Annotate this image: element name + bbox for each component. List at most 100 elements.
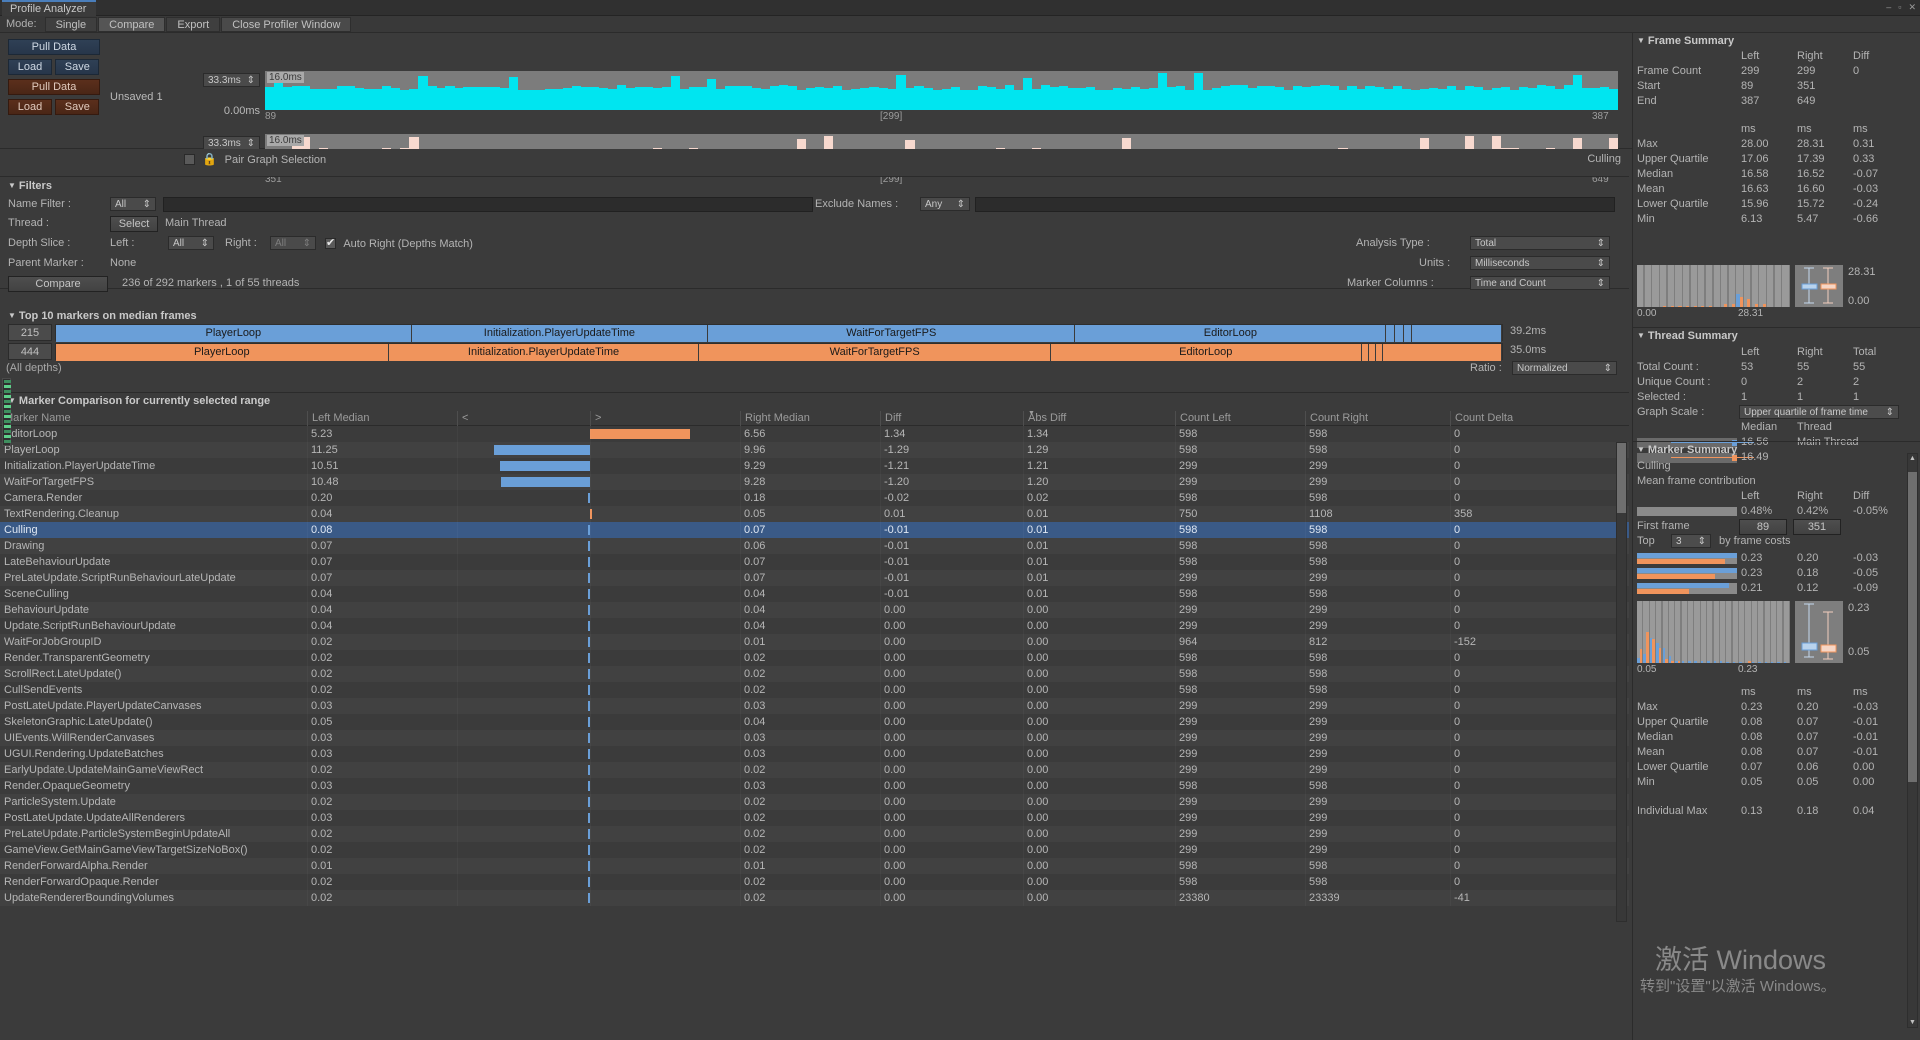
top10-bar[interactable]	[1403, 325, 1413, 342]
table-row[interactable]: TextRendering.Cleanup 0.04 0.05 0.01 0.01 750…	[0, 506, 1629, 522]
depth-left-dropdown[interactable]: All ⇕	[168, 236, 214, 250]
top10-bar[interactable]	[1394, 325, 1404, 342]
top10-bar[interactable]	[1368, 344, 1377, 361]
mode-button-single[interactable]: Single	[44, 16, 98, 32]
table-row[interactable]: Initialization.PlayerUpdateTime 10.51 9.29…	[0, 458, 1629, 474]
top10-bar[interactable]: WaitForTargetFPS	[708, 325, 1076, 342]
table-row[interactable]: Camera.Render 0.20 0.18 -0.02 0.02 598 598 0	[0, 490, 1629, 506]
pair-graph-selection-checkbox[interactable]: 🔒 Pair Graph Selection	[184, 152, 326, 166]
table-row[interactable]: UpdateRendererBoundingVolumes 0.02 0.02 0.0…	[0, 890, 1629, 906]
right-panel-scroll-thumb[interactable]	[1908, 472, 1917, 782]
top10-bar[interactable]: EditorLoop	[1050, 344, 1362, 361]
frame-summary-header[interactable]: ▼ Frame Summary	[1633, 33, 1920, 49]
marker-columns-dropdown[interactable]: Time and Count ⇕	[1470, 276, 1610, 290]
right-panel-scrollbar[interactable]: ▲ ▼	[1907, 453, 1918, 1028]
right-scale-dropdown[interactable]: 33.3ms ⇕	[203, 136, 260, 150]
ratio-dropdown[interactable]: Normalized ⇕	[1512, 361, 1617, 375]
scroll-up-arrow-icon[interactable]: ▲	[1909, 455, 1916, 462]
close-icon[interactable]: ✕	[1908, 2, 1916, 13]
top10-header[interactable]: ▼ Top 10 markers on median frames	[0, 308, 1629, 324]
thread-select-button[interactable]: Select	[110, 216, 158, 232]
col-right-median[interactable]: Right Median	[740, 411, 880, 426]
top-count-dropdown[interactable]: 3 ⇕	[1671, 534, 1711, 548]
table-row[interactable]: Update.ScriptRunBehaviourUpdate 0.04 0.04 0…	[0, 618, 1629, 634]
table-row[interactable]: Render.OpaqueGeometry 0.03 0.03 0.00 0.00 598…	[0, 778, 1629, 794]
depth-slice-strip[interactable]	[2, 378, 11, 446]
col-left-median[interactable]: Left Median	[307, 411, 457, 426]
load-right-button[interactable]: Load	[8, 99, 52, 115]
marker-table-scrollbar[interactable]	[1616, 442, 1627, 922]
top10-bar[interactable]	[1361, 344, 1369, 361]
top10-bar[interactable]: PlayerLoop	[56, 344, 389, 361]
top10-right-bars[interactable]: PlayerLoop Initialization.PlayerUpdateTim…	[55, 343, 1503, 361]
table-row[interactable]: CullSendEvents 0.02 0.02 0.00 0.00 598 598 0	[0, 682, 1629, 698]
col-count-delta[interactable]: Count Delta	[1450, 411, 1610, 426]
name-filter-mode-dropdown[interactable]: All ⇕	[110, 197, 156, 211]
table-row[interactable]: LateBehaviourUpdate 0.07 0.07 -0.01 0.01 598 5…	[0, 554, 1629, 570]
compare-button[interactable]: Compare	[8, 276, 108, 292]
minimize-icon[interactable]: –	[1886, 2, 1891, 13]
table-row[interactable]: UGUI.Rendering.UpdateBatches 0.03 0.03 0.00…	[0, 746, 1629, 762]
frame-boxplot[interactable]	[1795, 265, 1843, 307]
table-row[interactable]: GameView.GetMainGameViewTargetSizeNoBox(…	[0, 842, 1629, 858]
table-row[interactable]: SkeletonGraphic.LateUpdate() 0.05 0.04 0.00…	[0, 714, 1629, 730]
table-row[interactable]: PostLateUpdate.PlayerUpdateCanvases 0.03 0…	[0, 698, 1629, 714]
marker-summary-header[interactable]: ▼ Marker Summary	[1633, 441, 1920, 458]
col-count-right[interactable]: Count Right	[1305, 411, 1450, 426]
marker-boxplot[interactable]	[1795, 601, 1843, 663]
table-row[interactable]: PostLateUpdate.UpdateAllRenderers 0.03 0.0…	[0, 810, 1629, 826]
top10-bar[interactable]	[1386, 325, 1395, 342]
top10-bar[interactable]	[1383, 344, 1502, 361]
col-marker-name[interactable]: Marker Name	[0, 411, 307, 426]
exclude-mode-dropdown[interactable]: Any ⇕	[920, 197, 970, 211]
table-row[interactable]: Render.TransparentGeometry 0.02 0.02 0.00 0.…	[0, 650, 1629, 666]
first-frame-right-button[interactable]: 351	[1793, 519, 1841, 535]
exclude-names-input[interactable]	[975, 197, 1615, 212]
marker-histogram[interactable]	[1637, 601, 1790, 663]
top10-bar[interactable]: PlayerLoop	[56, 325, 412, 342]
load-left-button[interactable]: Load	[8, 59, 52, 75]
pull-data-left-button[interactable]: Pull Data	[8, 39, 100, 55]
col-diff[interactable]: Diff	[880, 411, 1023, 426]
close-profiler-window-button[interactable]: Close Profiler Window	[221, 16, 352, 32]
mode-button-compare[interactable]: Compare	[98, 16, 166, 32]
save-right-button[interactable]: Save	[55, 99, 100, 115]
top10-bar[interactable]: Initialization.PlayerUpdateTime	[411, 325, 709, 342]
filters-header[interactable]: ▼ Filters	[0, 178, 1629, 194]
table-row[interactable]: RenderForwardAlpha.Render 0.01 0.01 0.00 0.0…	[0, 858, 1629, 874]
table-row[interactable]: EarlyUpdate.UpdateMainGameViewRect 0.02 0.…	[0, 762, 1629, 778]
table-row[interactable]: WaitForJobGroupID 0.02 0.01 0.00 0.00 964 812 -…	[0, 634, 1629, 650]
top10-bar[interactable]: Initialization.PlayerUpdateTime	[388, 344, 700, 361]
top10-right-frame[interactable]: 444	[8, 343, 52, 360]
frame-histogram[interactable]	[1637, 265, 1790, 307]
top-cost-row[interactable]: 0.23 0.18 -0.05	[1633, 566, 1920, 581]
window-tab-profile-analyzer[interactable]: Profile Analyzer	[2, 0, 97, 16]
mode-button-export[interactable]: Export	[166, 16, 221, 32]
top-cost-row[interactable]: 0.23 0.20 -0.03	[1633, 551, 1920, 566]
top-cost-row[interactable]: 0.21 0.12 -0.09	[1633, 581, 1920, 596]
left-scale-dropdown[interactable]: 33.3ms ⇕	[203, 73, 260, 87]
col-count-left[interactable]: Count Left	[1175, 411, 1305, 426]
first-frame-left-button[interactable]: 89	[1739, 519, 1787, 535]
table-row[interactable]: PreLateUpdate.ScriptRunBehaviourLateUpda…	[0, 570, 1629, 586]
table-row[interactable]: BehaviourUpdate 0.04 0.04 0.00 0.00 299 299 0	[0, 602, 1629, 618]
pull-data-right-button[interactable]: Pull Data	[8, 79, 100, 95]
top10-left-frame[interactable]: 215	[8, 324, 52, 341]
marker-comparison-header[interactable]: ▼ Marker Comparison for currently selecte…	[0, 392, 1629, 409]
top10-bar[interactable]	[1376, 344, 1384, 361]
table-row[interactable]: UIEvents.WillRenderCanvases 0.03 0.03 0.00 0…	[0, 730, 1629, 746]
table-row[interactable]: ScrollRect.LateUpdate() 0.02 0.02 0.00 0.00 5…	[0, 666, 1629, 682]
table-row[interactable]: WaitForTargetFPS 10.48 9.28 -1.20 1.20 299 299…	[0, 474, 1629, 490]
table-row[interactable]: Culling 0.08 0.07 -0.01 0.01 598 598 0	[0, 522, 1629, 538]
maximize-icon[interactable]: ▫	[1898, 2, 1901, 13]
table-row[interactable]: PlayerLoop 11.25 9.96 -1.29 1.29 598 598 0	[0, 442, 1629, 458]
table-row[interactable]: ParticleSystem.Update 0.02 0.02 0.00 0.00 299…	[0, 794, 1629, 810]
table-row[interactable]: Drawing 0.07 0.06 -0.01 0.01 598 598 0	[0, 538, 1629, 554]
thread-summary-header[interactable]: ▼ Thread Summary	[1633, 327, 1920, 344]
name-filter-input[interactable]	[163, 197, 813, 212]
scroll-down-arrow-icon[interactable]: ▼	[1909, 1019, 1916, 1026]
top10-bar[interactable]	[1412, 325, 1502, 342]
depth-right-dropdown[interactable]: All ⇕	[270, 236, 316, 250]
save-left-button[interactable]: Save	[55, 59, 100, 75]
table-row[interactable]: EditorLoop 5.23 6.56 1.34 1.34 598 598 0	[0, 426, 1629, 442]
